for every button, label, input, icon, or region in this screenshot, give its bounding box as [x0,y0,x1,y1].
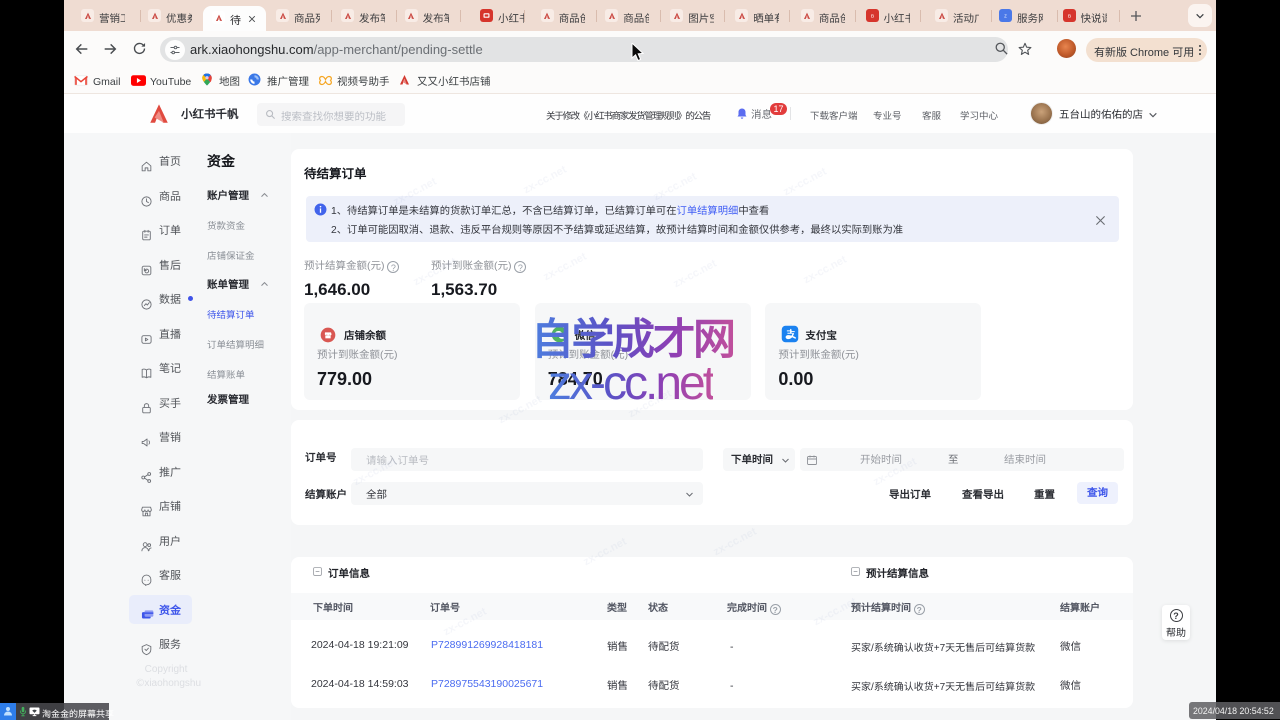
svg-text:Z: Z [1004,13,1007,18]
svg-text:B: B [1067,13,1070,19]
svg-text:B: B [870,13,873,19]
